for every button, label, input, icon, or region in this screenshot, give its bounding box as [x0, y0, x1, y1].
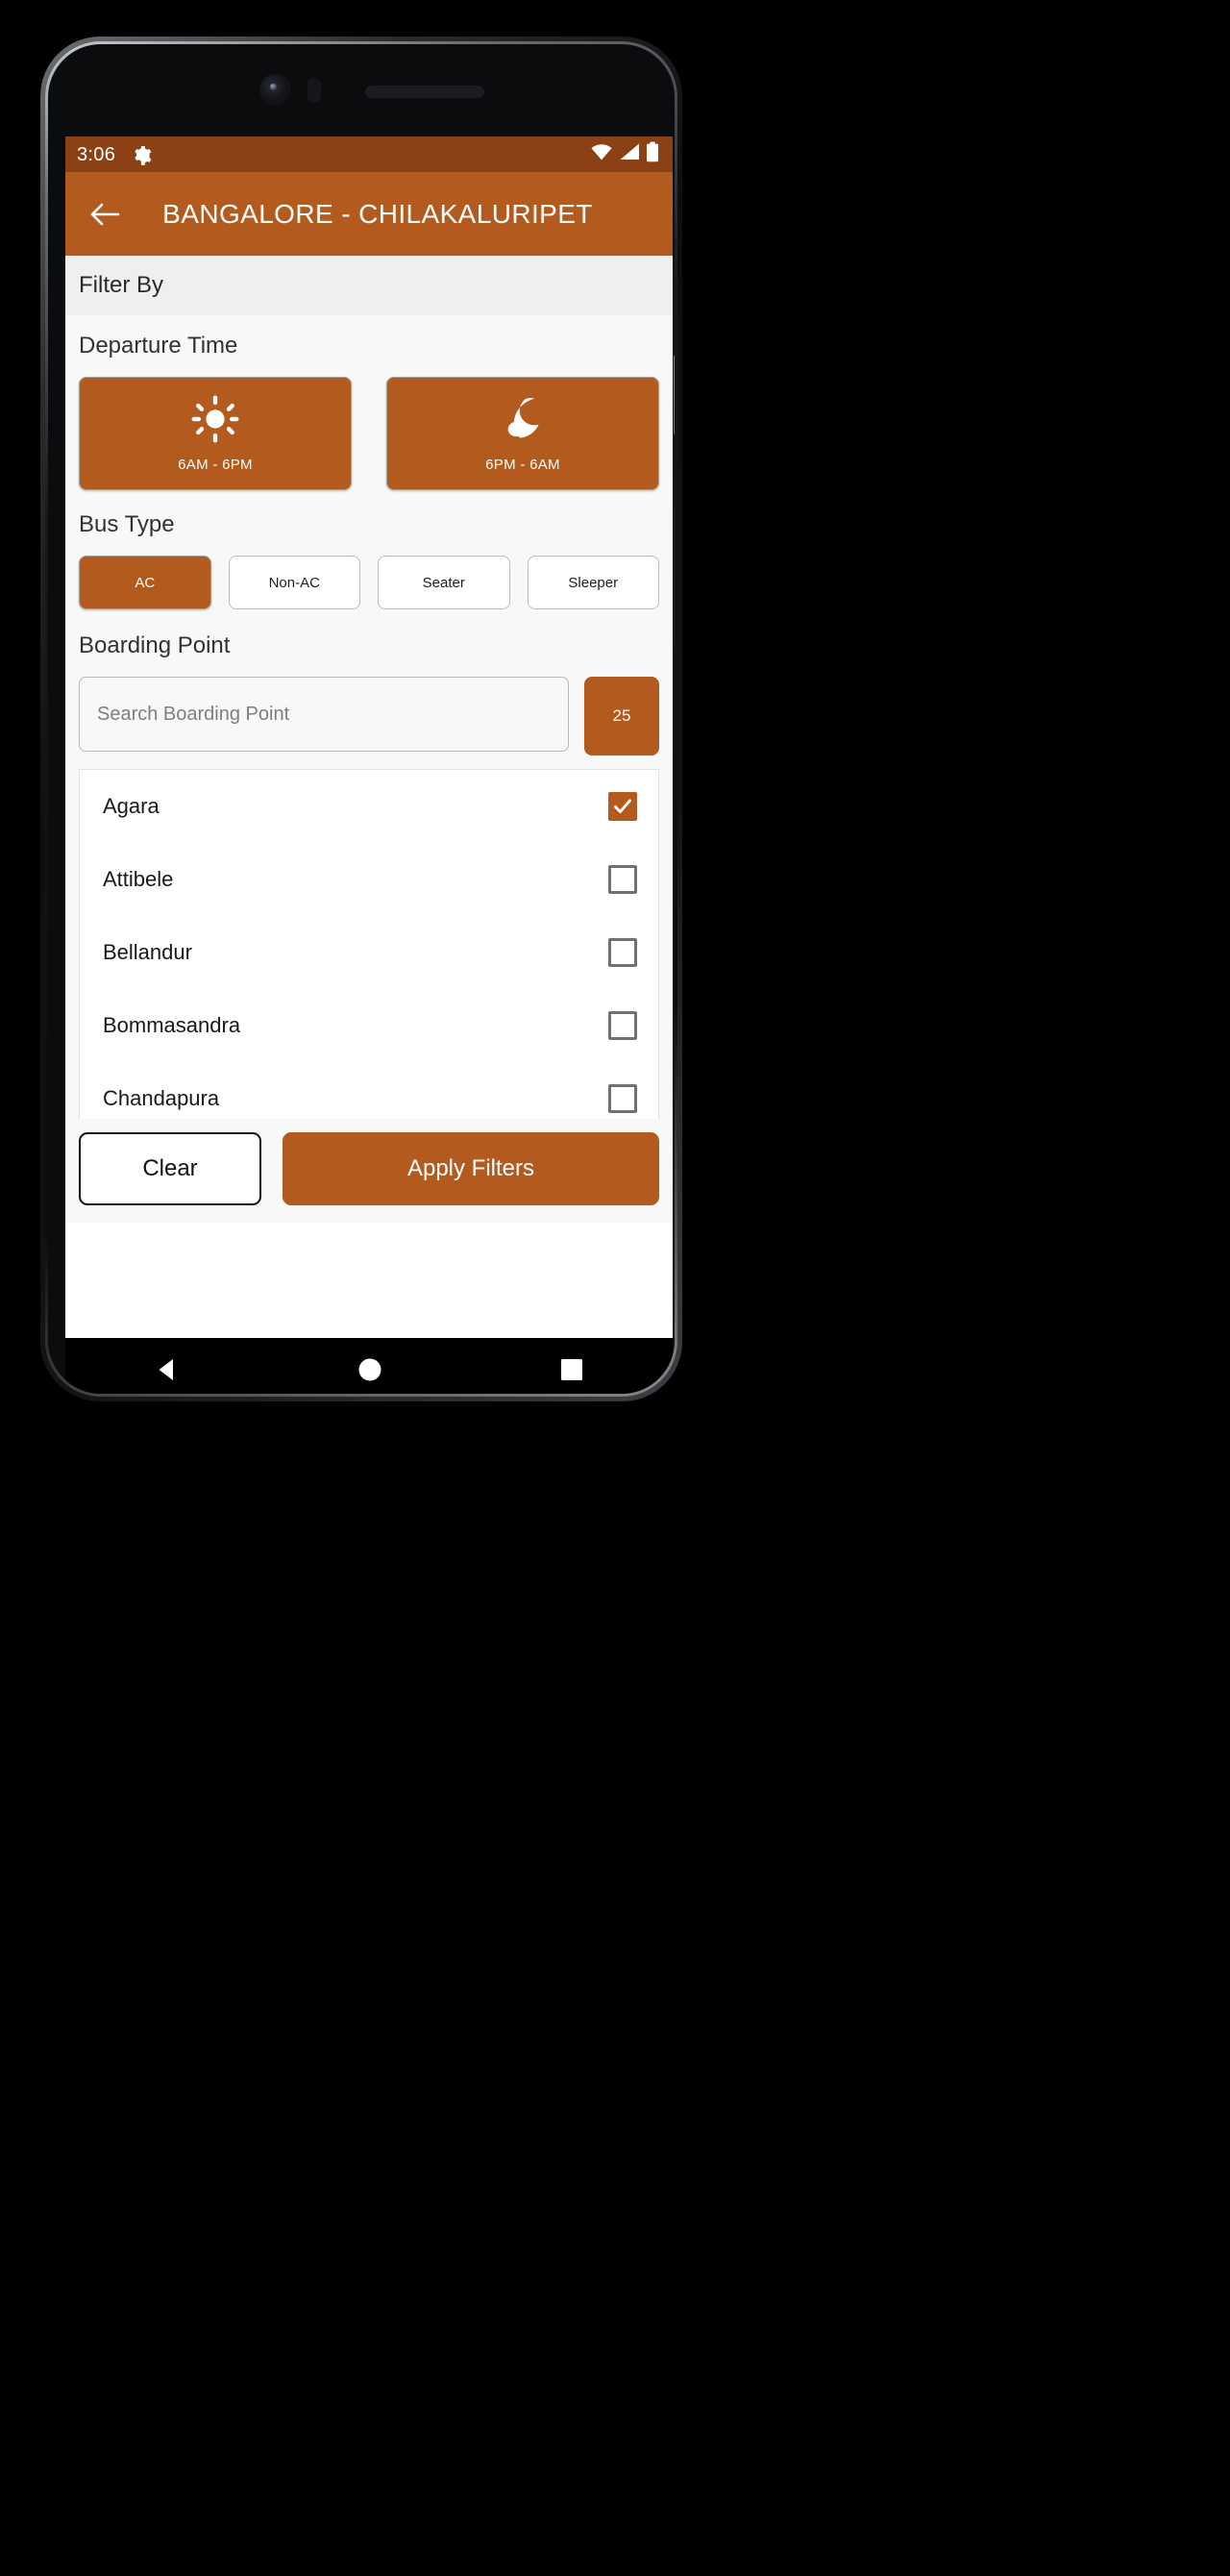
- cell-signal-icon: [619, 142, 640, 166]
- departure-time-options: 6AM - 6PM 6PM - 6AM: [79, 377, 659, 490]
- bus-type-options: AC Non-AC Seater Sleeper: [79, 556, 659, 609]
- boarding-point-count-badge[interactable]: 25: [584, 677, 659, 755]
- nav-recents-square-icon[interactable]: [559, 1357, 584, 1387]
- app-bar: BANGALORE - CHILAKALURIPET: [65, 172, 673, 256]
- volume-button[interactable]: [674, 504, 675, 648]
- departure-time-option-day[interactable]: 6AM - 6PM: [79, 377, 352, 490]
- status-bar: 3:06: [65, 136, 673, 172]
- sun-icon: [190, 394, 240, 449]
- boarding-point-checkbox[interactable]: [608, 1011, 637, 1040]
- apply-filters-button[interactable]: Apply Filters: [283, 1132, 659, 1205]
- back-arrow-icon[interactable]: [83, 192, 127, 236]
- android-nav-bar: [65, 1338, 673, 1394]
- wifi-icon: [590, 142, 613, 166]
- search-boarding-point-input[interactable]: [79, 677, 569, 752]
- boarding-point-name: Chandapura: [103, 1086, 220, 1110]
- status-bar-clock: 3:06: [77, 143, 116, 165]
- bus-type-chip-ac[interactable]: AC: [79, 556, 211, 609]
- boarding-point-name: Agara: [103, 794, 160, 818]
- earpiece-speaker: [365, 86, 484, 98]
- boarding-point-checkbox[interactable]: [608, 1084, 637, 1113]
- boarding-point-name: Bellandur: [103, 940, 192, 964]
- boarding-point-search-row: 25: [79, 677, 659, 755]
- clear-button[interactable]: Clear: [79, 1132, 261, 1205]
- nav-home-circle-icon[interactable]: [357, 1356, 383, 1388]
- screenshot-root: 3:06 BANGALORE - CHILAKALURIPET Filter B…: [0, 0, 1230, 2576]
- boarding-point-checkbox[interactable]: [608, 865, 637, 894]
- boarding-point-label: Boarding Point: [79, 632, 231, 658]
- list-item[interactable]: Bommasandra: [80, 989, 658, 1062]
- boarding-point-name: Attibele: [103, 867, 174, 891]
- boarding-point-list[interactable]: Agara Attibele Bellandur Bommasandra Cha…: [79, 769, 659, 1119]
- nav-back-triangle-icon[interactable]: [154, 1356, 181, 1388]
- departure-time-day-label: 6AM - 6PM: [178, 457, 253, 473]
- bus-type-chip-seater[interactable]: Seater: [378, 556, 510, 609]
- moon-icon: [498, 394, 548, 449]
- phone-frame-inner-rim: 3:06 BANGALORE - CHILAKALURIPET Filter B…: [45, 41, 677, 1397]
- filter-by-label: Filter By: [79, 272, 164, 298]
- bus-type-chip-sleeper[interactable]: Sleeper: [527, 556, 659, 609]
- battery-icon: [646, 141, 659, 167]
- bus-type-label: Bus Type: [79, 511, 175, 537]
- departure-time-label: Departure Time: [79, 333, 238, 359]
- filter-action-bar: Clear Apply Filters: [65, 1119, 673, 1223]
- gear-icon: [131, 144, 152, 165]
- page-title: BANGALORE - CHILAKALURIPET: [162, 198, 593, 229]
- list-item[interactable]: Attibele: [80, 843, 658, 916]
- list-item[interactable]: Agara: [80, 770, 658, 843]
- front-camera-icon: [259, 74, 291, 106]
- power-button[interactable]: [674, 354, 675, 436]
- status-bar-icons: [590, 141, 659, 167]
- departure-time-night-label: 6PM - 6AM: [485, 457, 560, 473]
- phone-screen: 3:06 BANGALORE - CHILAKALURIPET Filter B…: [65, 136, 673, 1338]
- filter-body: Departure Time 6AM - 6PM 6PM - 6AM Bus T…: [65, 315, 673, 1119]
- bus-type-chip-non-ac[interactable]: Non-AC: [228, 556, 360, 609]
- departure-time-option-night[interactable]: 6PM - 6AM: [386, 377, 659, 490]
- list-item[interactable]: Bellandur: [80, 916, 658, 989]
- filter-by-header: Filter By: [65, 256, 673, 315]
- phone-body: 3:06 BANGALORE - CHILAKALURIPET Filter B…: [48, 44, 675, 1394]
- boarding-point-checkbox[interactable]: [608, 938, 637, 967]
- boarding-point-name: Bommasandra: [103, 1013, 241, 1037]
- phone-device-frame: 3:06 BANGALORE - CHILAKALURIPET Filter B…: [40, 37, 682, 1401]
- boarding-point-checkbox[interactable]: [608, 792, 637, 821]
- list-item[interactable]: Chandapura: [80, 1062, 658, 1119]
- proximity-sensor-icon: [308, 78, 321, 103]
